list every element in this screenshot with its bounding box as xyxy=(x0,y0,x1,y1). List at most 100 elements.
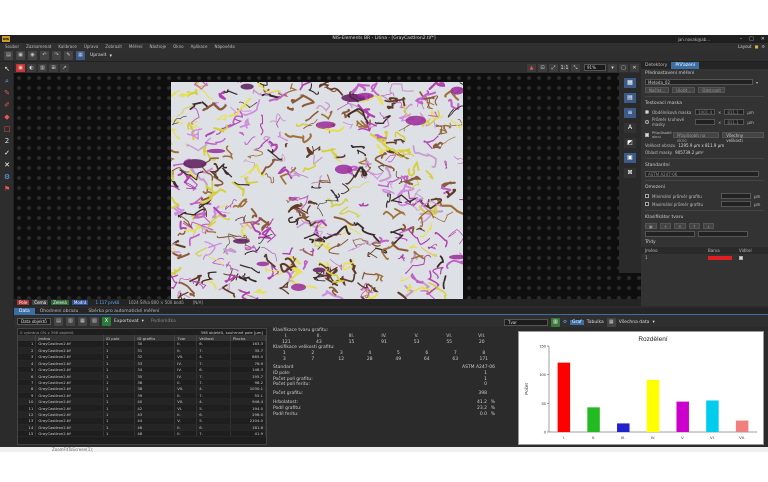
table-row[interactable]: 15 GrayCastIron2.tif 1 48 II. 7. 41.9 xyxy=(18,430,267,438)
image-icon[interactable]: ▣ xyxy=(624,153,636,163)
columns-icon[interactable]: ▥ xyxy=(66,316,75,326)
flag-icon[interactable]: ⚑ xyxy=(2,185,12,194)
stats-icon[interactable]: ▧ xyxy=(90,316,99,326)
gear-icon[interactable]: ⚙ xyxy=(2,173,12,182)
classifier-up-icon[interactable]: ↑ xyxy=(688,223,700,229)
menu-item[interactable]: Nástroje xyxy=(149,44,166,49)
chart-icon[interactable]: ▦ xyxy=(78,316,87,326)
pen-icon[interactable]: ✎ xyxy=(2,89,12,98)
layout-label[interactable]: Layout xyxy=(738,44,752,49)
capture-icon[interactable]: ◉ xyxy=(28,51,37,60)
open-icon[interactable]: ▤ xyxy=(4,51,13,60)
rect-mask-radio[interactable] xyxy=(645,110,649,114)
chevron-down-icon[interactable]: ▾ xyxy=(652,320,654,325)
close-x-icon[interactable]: ✕ xyxy=(2,161,12,170)
circle-mask-radio[interactable] xyxy=(645,120,649,124)
undo-icon[interactable]: ↶ xyxy=(40,51,49,60)
graph-export-icon[interactable]: ▦ xyxy=(606,317,616,327)
chevron-down-icon[interactable]: ▾ xyxy=(756,80,758,85)
min-diameter-input[interactable] xyxy=(721,193,751,199)
objects-table[interactable]: 0 vybráno 0% z 398 objektů. 398 objektů,… xyxy=(17,328,267,445)
close-icon[interactable]: ✕ xyxy=(761,36,765,42)
image-view-icon[interactable]: ▣ xyxy=(16,63,25,72)
classifier-feature-select[interactable] xyxy=(645,231,695,237)
extra-button[interactable]: Podlomítka xyxy=(151,319,176,324)
circle-mask-diameter[interactable]: 811.1 xyxy=(724,119,745,125)
expand-icon[interactable]: ⤢ xyxy=(549,63,558,72)
data-type-select[interactable]: Data objektů xyxy=(17,317,51,325)
pointer-icon[interactable]: ↖ xyxy=(2,65,12,74)
max-diameter-input[interactable] xyxy=(721,201,751,207)
select-icon[interactable]: ◩ xyxy=(624,138,636,148)
fit-icon[interactable]: ⊡ xyxy=(538,63,547,72)
objects-grid[interactable]: Jméno ID pole ID grafitu Tvar Velikost Plocha… xyxy=(18,335,267,438)
channel-chip[interactable]: Černá xyxy=(32,300,49,305)
delete-button[interactable]: Odstranit xyxy=(698,87,725,93)
save-button[interactable]: Uložit... xyxy=(672,87,696,93)
user-name[interactable]: jan.novak@ab... xyxy=(678,37,710,42)
classifier-down-icon[interactable]: ↓ xyxy=(702,223,715,229)
tab-detectors[interactable]: Detektory xyxy=(641,62,671,69)
arrow-icon[interactable]: ↗ xyxy=(60,63,69,72)
check-icon[interactable]: ✓ xyxy=(2,149,12,158)
chevron-down-icon[interactable]: ▾ xyxy=(109,53,112,59)
image-viewer[interactable] xyxy=(14,73,641,299)
rect-mask-height[interactable]: 811.1 xyxy=(724,109,745,115)
classifier-add-icon[interactable]: + xyxy=(659,223,672,229)
channel-chip[interactable]: Pole xyxy=(17,300,30,305)
brush-icon[interactable]: ✐ xyxy=(2,101,12,110)
classifier-param-select[interactable] xyxy=(698,231,748,237)
menu-item[interactable]: Aplikace xyxy=(191,44,208,49)
graph-view-button[interactable]: Graf xyxy=(570,319,584,325)
edit-dropdown[interactable]: Upravit xyxy=(90,53,106,58)
export-button[interactable]: Exportovat xyxy=(114,319,139,324)
measure-icon[interactable]: ✎ xyxy=(64,51,73,60)
tab-assignment[interactable]: Přiřazení xyxy=(671,62,699,69)
menu-item[interactable]: Nápověda xyxy=(214,44,234,49)
microscope-image[interactable] xyxy=(171,82,463,299)
menu-item[interactable]: Kalibrace xyxy=(58,44,77,49)
minimize-icon[interactable]: – xyxy=(740,36,743,42)
class-color-swatch[interactable] xyxy=(708,255,732,260)
zoom-field[interactable]: 91% xyxy=(584,64,606,71)
menu-item[interactable]: Okno xyxy=(173,44,183,49)
menu-item[interactable]: Úprava xyxy=(84,44,98,49)
color-picker-icon[interactable]: ▲ xyxy=(527,63,536,72)
menu-item[interactable]: Zobrazit xyxy=(105,44,122,49)
menu-item[interactable]: Soubor xyxy=(5,44,19,49)
circle-mask-value1[interactable] xyxy=(695,119,715,125)
layout-icon[interactable]: ▦ xyxy=(76,51,85,60)
all-data-button[interactable]: Všechna data xyxy=(619,320,650,325)
window-icon[interactable]: ▢ xyxy=(619,63,628,72)
chevron-down-icon[interactable]: ▾ xyxy=(142,319,144,324)
number-icon[interactable]: 2 xyxy=(2,137,12,146)
graph-feature-select[interactable]: Tvar xyxy=(504,318,548,326)
redo-icon[interactable]: ↷ xyxy=(52,51,61,60)
classifier-remove-icon[interactable]: ✕ xyxy=(674,223,686,229)
overlay-icon[interactable]: ⊞ xyxy=(49,63,58,72)
load-button[interactable]: Načíst... xyxy=(645,87,670,93)
tab-auto-measurement[interactable]: Sběrka pro automatické měření xyxy=(83,308,164,314)
classifier-tool-icon[interactable]: ▣ xyxy=(645,223,657,229)
one-to-one-icon[interactable]: 1:1 xyxy=(560,63,569,72)
min-diameter-checkbox[interactable] xyxy=(645,194,649,198)
fit-to-window-button[interactable]: Přizpůsobit na okno xyxy=(672,132,720,143)
shrink-icon[interactable]: ⤡ xyxy=(571,63,580,72)
tab-data[interactable]: Data xyxy=(14,308,35,314)
grid-icon[interactable]: ▦ xyxy=(624,78,636,88)
channel-icon[interactable]: ▥ xyxy=(38,63,47,72)
fill-icon[interactable]: ◆ xyxy=(2,113,12,122)
zoom-dropdown-icon[interactable]: ▾ xyxy=(608,63,617,72)
tab-image-evaluation[interactable]: Ohodnení obrazu xyxy=(35,308,84,314)
menu-item[interactable]: Zaznamenat xyxy=(26,44,51,49)
menu-item[interactable]: Měření xyxy=(129,44,143,49)
graph-settings-icon[interactable]: ▥ xyxy=(551,317,560,327)
channel-chip[interactable]: Modrá xyxy=(71,300,89,305)
lut-icon[interactable]: ◐ xyxy=(27,63,36,72)
zoom-icon[interactable]: ⌕ xyxy=(2,77,12,86)
table-view-icon[interactable]: ▤ xyxy=(54,316,63,326)
channel-chip[interactable]: Zelená xyxy=(51,300,69,305)
excel-icon[interactable]: X xyxy=(102,316,111,326)
save-icon[interactable]: ▣ xyxy=(16,51,25,60)
table-icon[interactable]: ▤ xyxy=(624,93,636,103)
